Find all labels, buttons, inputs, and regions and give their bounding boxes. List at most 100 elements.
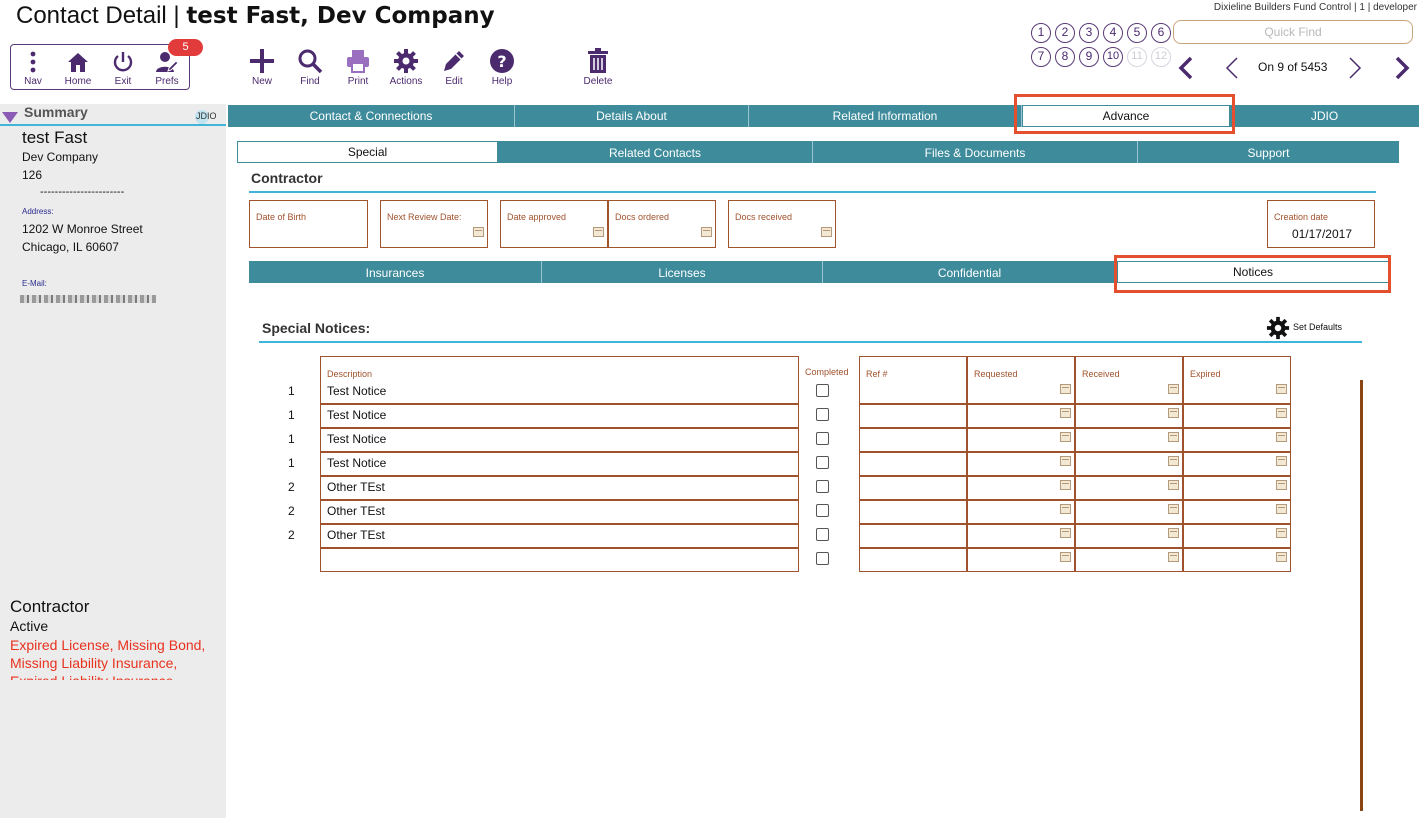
window-7-button[interactable]: 7 [1031, 47, 1051, 67]
tab-special[interactable]: Special [237, 141, 498, 163]
ref-cell[interactable] [859, 524, 967, 548]
requested-cell[interactable] [967, 500, 1075, 524]
window-12-button[interactable]: 12 [1151, 47, 1171, 67]
window-3-button[interactable]: 3 [1079, 23, 1099, 43]
calendar-icon[interactable] [1168, 480, 1179, 490]
expired-cell[interactable] [1183, 524, 1291, 548]
help-button[interactable]: ? Help [479, 48, 525, 87]
expired-cell[interactable] [1183, 500, 1291, 524]
calendar-icon[interactable] [1060, 408, 1071, 418]
exit-button[interactable]: Exit [100, 50, 146, 87]
previous-record-icon[interactable] [1222, 55, 1242, 81]
next-review-date-field[interactable]: Next Review Date: [380, 200, 488, 248]
window-6-button[interactable]: 6 [1151, 23, 1171, 43]
completed-checkbox[interactable] [816, 504, 829, 517]
description-cell[interactable] [320, 452, 799, 476]
creation-date-field[interactable]: Creation date 01/17/2017 [1267, 200, 1375, 248]
calendar-icon[interactable] [1168, 384, 1179, 394]
expired-cell[interactable] [1183, 452, 1291, 476]
calendar-icon[interactable] [701, 227, 712, 237]
received-cell[interactable] [1075, 452, 1183, 476]
calendar-icon[interactable] [1060, 384, 1071, 394]
completed-checkbox[interactable] [816, 528, 829, 541]
tab-jdio[interactable]: JDIO [1230, 105, 1419, 127]
window-2-button[interactable]: 2 [1055, 23, 1075, 43]
first-record-icon[interactable] [1176, 55, 1196, 81]
calendar-icon[interactable] [473, 227, 484, 237]
ref-cell[interactable] [859, 404, 967, 428]
received-cell[interactable] [1075, 524, 1183, 548]
new-button[interactable]: New [239, 48, 285, 87]
next-record-icon[interactable] [1345, 55, 1365, 81]
description-cell[interactable] [320, 476, 799, 500]
tab-related-contacts[interactable]: Related Contacts [498, 141, 813, 163]
docs-ordered-field[interactable]: Docs ordered [608, 200, 716, 248]
docs-received-field[interactable]: Docs received [728, 200, 836, 248]
requested-cell[interactable] [967, 548, 1075, 572]
requested-cell[interactable] [967, 404, 1075, 428]
calendar-icon[interactable] [1168, 504, 1179, 514]
find-button[interactable]: Find [287, 48, 333, 87]
window-4-button[interactable]: 4 [1103, 23, 1123, 43]
calendar-icon[interactable] [1276, 552, 1287, 562]
tab-confidential[interactable]: Confidential [823, 261, 1117, 283]
quick-find-input[interactable]: Quick Find [1173, 20, 1413, 44]
ref-cell[interactable] [859, 476, 967, 500]
calendar-icon[interactable] [1060, 504, 1071, 514]
ref-cell[interactable] [859, 428, 967, 452]
set-defaults-button[interactable]: Set Defaults [1293, 322, 1342, 332]
window-5-button[interactable]: 5 [1127, 23, 1147, 43]
calendar-icon[interactable] [593, 227, 604, 237]
gear-icon[interactable] [1266, 316, 1290, 340]
description-cell[interactable] [320, 500, 799, 524]
calendar-icon[interactable] [1276, 384, 1287, 394]
completed-checkbox[interactable] [816, 552, 829, 565]
tab-contact-connections[interactable]: Contact & Connections [228, 105, 515, 127]
tab-licenses[interactable]: Licenses [542, 261, 823, 283]
description-cell[interactable] [320, 524, 799, 548]
calendar-icon[interactable] [1168, 552, 1179, 562]
window-1-button[interactable]: 1 [1031, 23, 1051, 43]
completed-checkbox[interactable] [816, 456, 829, 469]
requested-cell[interactable] [967, 428, 1075, 452]
expired-cell[interactable] [1183, 428, 1291, 452]
delete-button[interactable]: Delete [575, 48, 621, 87]
calendar-icon[interactable] [1276, 528, 1287, 538]
tab-files-documents[interactable]: Files & Documents [813, 141, 1138, 163]
expired-cell[interactable] [1183, 404, 1291, 428]
calendar-icon[interactable] [1276, 456, 1287, 466]
actions-button[interactable]: Actions [383, 48, 429, 87]
calendar-icon[interactable] [1168, 432, 1179, 442]
calendar-icon[interactable] [1060, 552, 1071, 562]
calendar-icon[interactable] [1276, 504, 1287, 514]
requested-cell[interactable] [967, 452, 1075, 476]
calendar-icon[interactable] [1168, 408, 1179, 418]
home-button[interactable]: Home [55, 50, 101, 87]
received-cell[interactable] [1075, 548, 1183, 572]
tab-related-information[interactable]: Related Information [749, 105, 1022, 127]
calendar-icon[interactable] [1276, 480, 1287, 490]
completed-checkbox[interactable] [816, 432, 829, 445]
calendar-icon[interactable] [1168, 456, 1179, 466]
ref-cell[interactable] [859, 500, 967, 524]
expired-cell[interactable] [1183, 476, 1291, 500]
received-cell[interactable] [1075, 500, 1183, 524]
calendar-icon[interactable] [1168, 528, 1179, 538]
description-cell[interactable] [320, 548, 799, 572]
requested-cell[interactable] [967, 524, 1075, 548]
calendar-icon[interactable] [821, 227, 832, 237]
ref-cell[interactable] [859, 548, 967, 572]
collapse-triangle-icon[interactable] [2, 112, 18, 124]
calendar-icon[interactable] [1060, 480, 1071, 490]
last-record-icon[interactable] [1392, 55, 1412, 81]
window-8-button[interactable]: 8 [1055, 47, 1075, 67]
requested-cell[interactable] [967, 476, 1075, 500]
tab-insurances[interactable]: Insurances [249, 261, 542, 283]
nav-button[interactable]: Nav [10, 50, 56, 87]
edit-button[interactable]: Edit [431, 48, 477, 87]
completed-checkbox[interactable] [816, 480, 829, 493]
date-approved-field[interactable]: Date approved [500, 200, 608, 248]
received-cell[interactable] [1075, 476, 1183, 500]
description-cell[interactable] [320, 404, 799, 428]
description-cell[interactable] [320, 428, 799, 452]
